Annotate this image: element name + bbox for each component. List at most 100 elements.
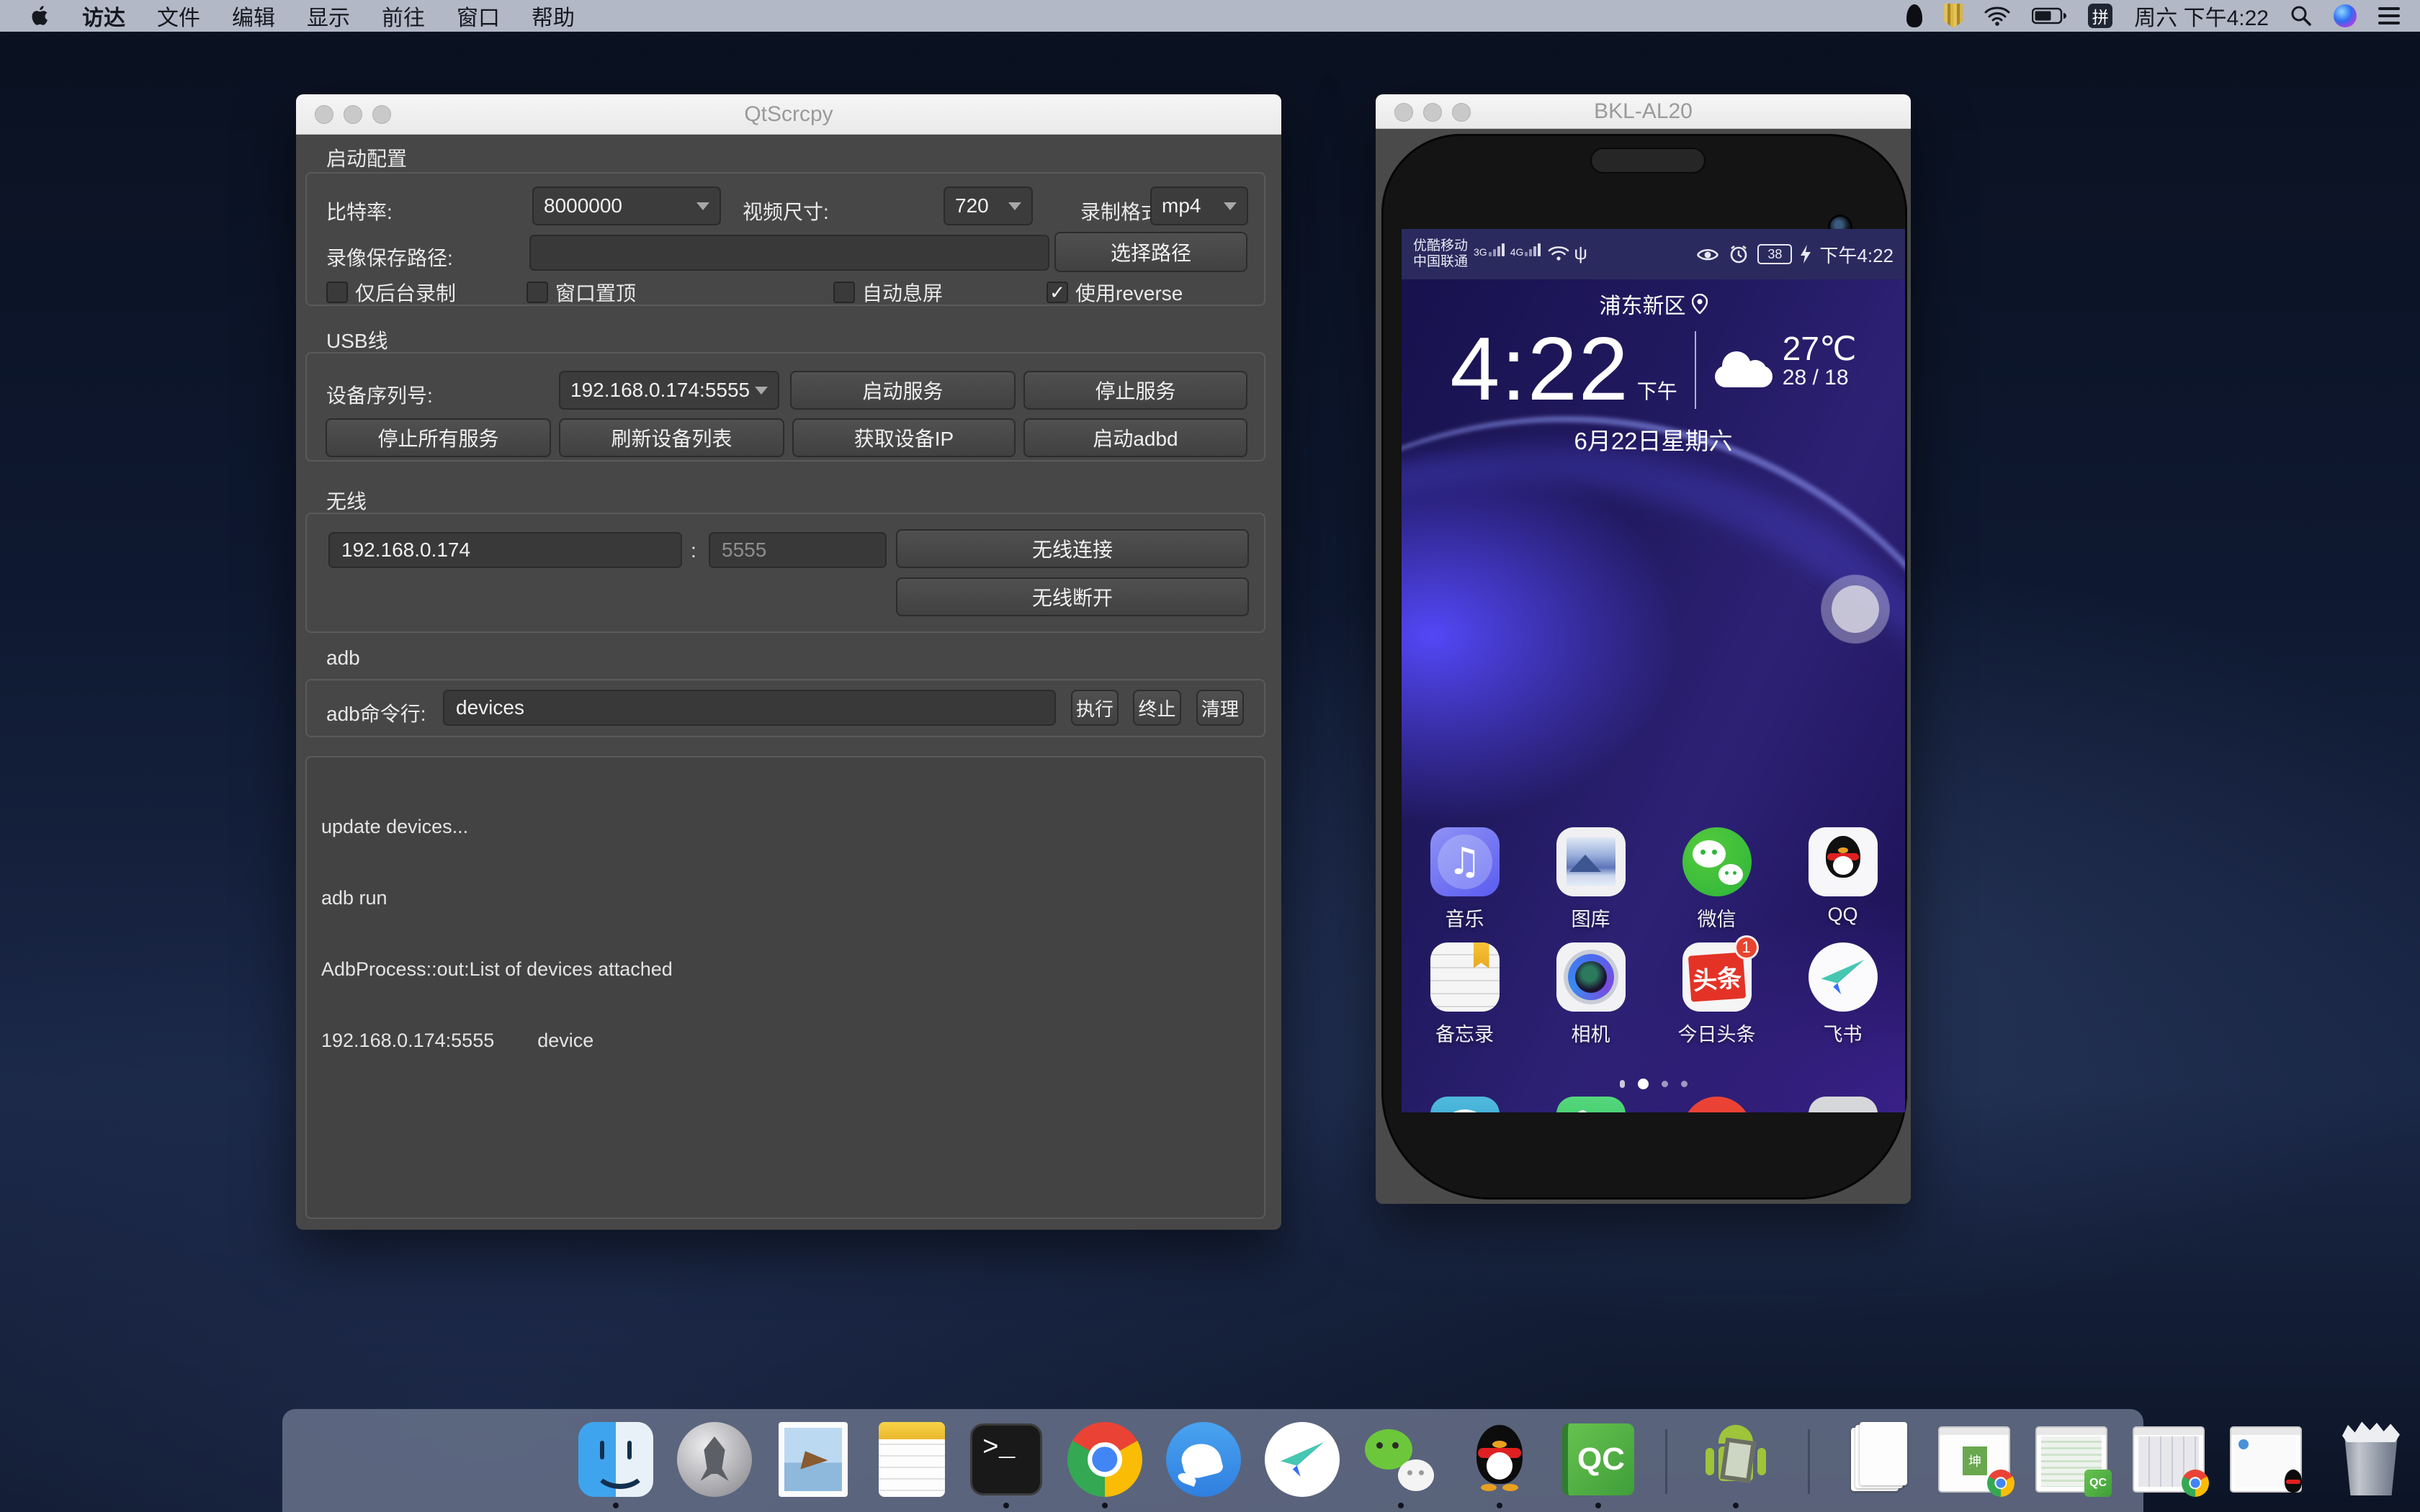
input-method-badge[interactable]: 拼 [2088,4,2112,28]
wechat-app-icon[interactable] [1682,827,1752,896]
wireless-disconnect-button[interactable]: 无线断开 [896,577,1249,616]
close-button[interactable] [315,105,333,124]
refresh-device-list-button[interactable]: 刷新设备列表 [559,418,784,457]
adb-clear-button[interactable]: 清理 [1196,690,1244,726]
dock-minimized-window-4[interactable] [2230,1422,2305,1497]
adb-run-button[interactable]: 执行 [1071,690,1119,726]
settings-app-icon[interactable] [1809,1097,1878,1112]
dialer-app-icon[interactable] [1556,1097,1626,1112]
wifi-icon[interactable] [1984,6,2010,26]
choose-path-button[interactable]: 选择路径 [1054,232,1247,272]
menubar-clock[interactable]: 周六 下午4:22 [2134,0,2269,32]
stop-all-services-button[interactable]: 停止所有服务 [326,418,551,457]
shield-statusitem-icon[interactable] [1944,4,1963,28]
adb-stop-button[interactable]: 终止 [1133,690,1181,726]
dock-app-dialer[interactable]: 拨号 [1528,1097,1654,1112]
chrome-app-icon[interactable] [1682,1097,1752,1112]
menu-finder[interactable]: 访达 [82,0,125,32]
menu-view[interactable]: 显示 [307,0,350,32]
qq-app-icon[interactable] [1809,827,1878,896]
dock-launchpad[interactable] [677,1422,752,1497]
stop-service-button[interactable]: 停止服务 [1023,371,1247,410]
page-dot-active[interactable] [1638,1079,1649,1089]
phone-window-titlebar[interactable]: BKL-AL20 [1376,94,1911,129]
checkbox-screen-off[interactable]: 自动息屏 [833,278,943,307]
camera-app-icon[interactable] [1556,942,1626,1012]
checkbox-background-record[interactable]: 仅后台录制 [326,278,456,307]
app-feishu[interactable]: 飞书 [1780,942,1905,1047]
close-button[interactable] [1394,103,1413,122]
menu-go[interactable]: 前往 [382,0,425,32]
start-adbd-button[interactable]: 启动adbd [1023,418,1247,457]
menu-file[interactable]: 文件 [157,0,200,32]
get-device-ip-button[interactable]: 获取设备IP [792,418,1016,457]
start-service-button[interactable]: 启动服务 [790,371,1016,410]
checkbox-always-on-top[interactable]: 窗口置顶 [526,278,636,307]
phone-screen[interactable]: 优酷移动 中国联通 3G 4G ψ [1402,229,1905,1112]
bitrate-combobox[interactable]: 8000000 [532,186,721,225]
record-path-input[interactable] [529,235,1049,271]
app-qq[interactable]: QQ [1780,827,1905,926]
dock-minimized-window-2[interactable]: QC [2035,1422,2110,1497]
qtscrcpy-titlebar[interactable]: QtScrcpy [296,94,1281,135]
dock-app-messages[interactable]: 信息 [1402,1097,1528,1112]
notes-app-icon[interactable] [1430,942,1500,1012]
adb-log-output[interactable]: update devices... adb run AdbProcess::ou… [305,756,1265,1219]
dock-wechat[interactable] [1363,1422,1438,1497]
dock-terminal[interactable]: >_ [969,1422,1044,1497]
app-camera[interactable]: 相机 [1528,942,1654,1047]
clock-weather-widget[interactable]: 浦东新区 4:22 下午 27℃ 28 / 18 [1402,288,1905,456]
dock-app-chrome[interactable]: Chrome [1654,1097,1780,1112]
messages-app-icon[interactable] [1430,1097,1500,1112]
siri-icon[interactable] [2334,4,2357,27]
page-dot[interactable] [1662,1081,1668,1087]
apple-menu-icon[interactable] [32,5,50,27]
app-notes[interactable]: 备忘录 [1402,942,1528,1047]
wireless-ip-input[interactable] [328,532,682,568]
dock-qtscrcpy[interactable]: QC [1561,1422,1636,1497]
penguin-statusitem-icon[interactable] [1906,4,1922,27]
page-dot[interactable] [1681,1081,1688,1087]
record-format-combobox[interactable]: mp4 [1150,186,1248,225]
checkbox-use-reverse[interactable]: 使用reverse [1047,278,1183,307]
menu-window[interactable]: 窗口 [457,0,500,32]
notification-center-icon[interactable] [2378,7,2400,24]
checkbox-box[interactable] [526,282,548,303]
minimize-button[interactable] [1423,103,1442,122]
menu-help[interactable]: 帮助 [532,0,575,32]
dock-notes[interactable] [874,1422,949,1497]
toutiao-app-icon[interactable]: 头条 1 [1682,942,1752,1012]
page-dot[interactable] [1620,1080,1625,1088]
dock-mail[interactable] [776,1422,851,1497]
home-page-dots[interactable] [1620,1079,1688,1089]
feishu-app-icon[interactable] [1809,942,1878,1012]
dock-qq[interactable] [1462,1422,1537,1497]
gallery-app-icon[interactable] [1556,827,1626,896]
minimize-button[interactable] [344,105,362,124]
dock-android-mirror[interactable] [1698,1422,1773,1497]
app-toutiao[interactable]: 头条 1 今日头条 [1654,942,1780,1047]
zoom-button[interactable] [372,105,391,124]
dock-minimized-window-1[interactable]: 坤 [1938,1422,2013,1497]
menu-edit[interactable]: 编辑 [232,0,275,32]
wireless-port-input[interactable] [709,532,887,568]
checkbox-box[interactable] [1047,282,1068,303]
checkbox-box[interactable] [833,282,855,303]
app-music[interactable]: 音乐 [1402,827,1528,932]
dock-finder[interactable] [578,1422,653,1497]
dock-minimized-window-3[interactable] [2133,1422,2208,1497]
device-serial-combobox[interactable]: 192.168.0.174:5555 [559,371,779,410]
dock-trash[interactable] [2334,1422,2408,1497]
zoom-button[interactable] [1452,103,1471,122]
spotlight-search-icon[interactable] [2290,5,2312,27]
dock-documents-stack[interactable] [1841,1422,1916,1497]
dock-feishu[interactable] [1265,1422,1340,1497]
battery-icon[interactable] [2032,7,2066,24]
dock-app-settings[interactable]: 设置 [1780,1097,1905,1112]
app-wechat[interactable]: 微信 [1654,827,1780,932]
app-gallery[interactable]: 图库 [1528,827,1654,932]
assistive-touch-ball[interactable] [1832,585,1879,633]
wireless-connect-button[interactable]: 无线连接 [896,529,1249,568]
video-size-combobox[interactable]: 720 [944,186,1033,225]
dock-chrome[interactable] [1067,1422,1142,1497]
